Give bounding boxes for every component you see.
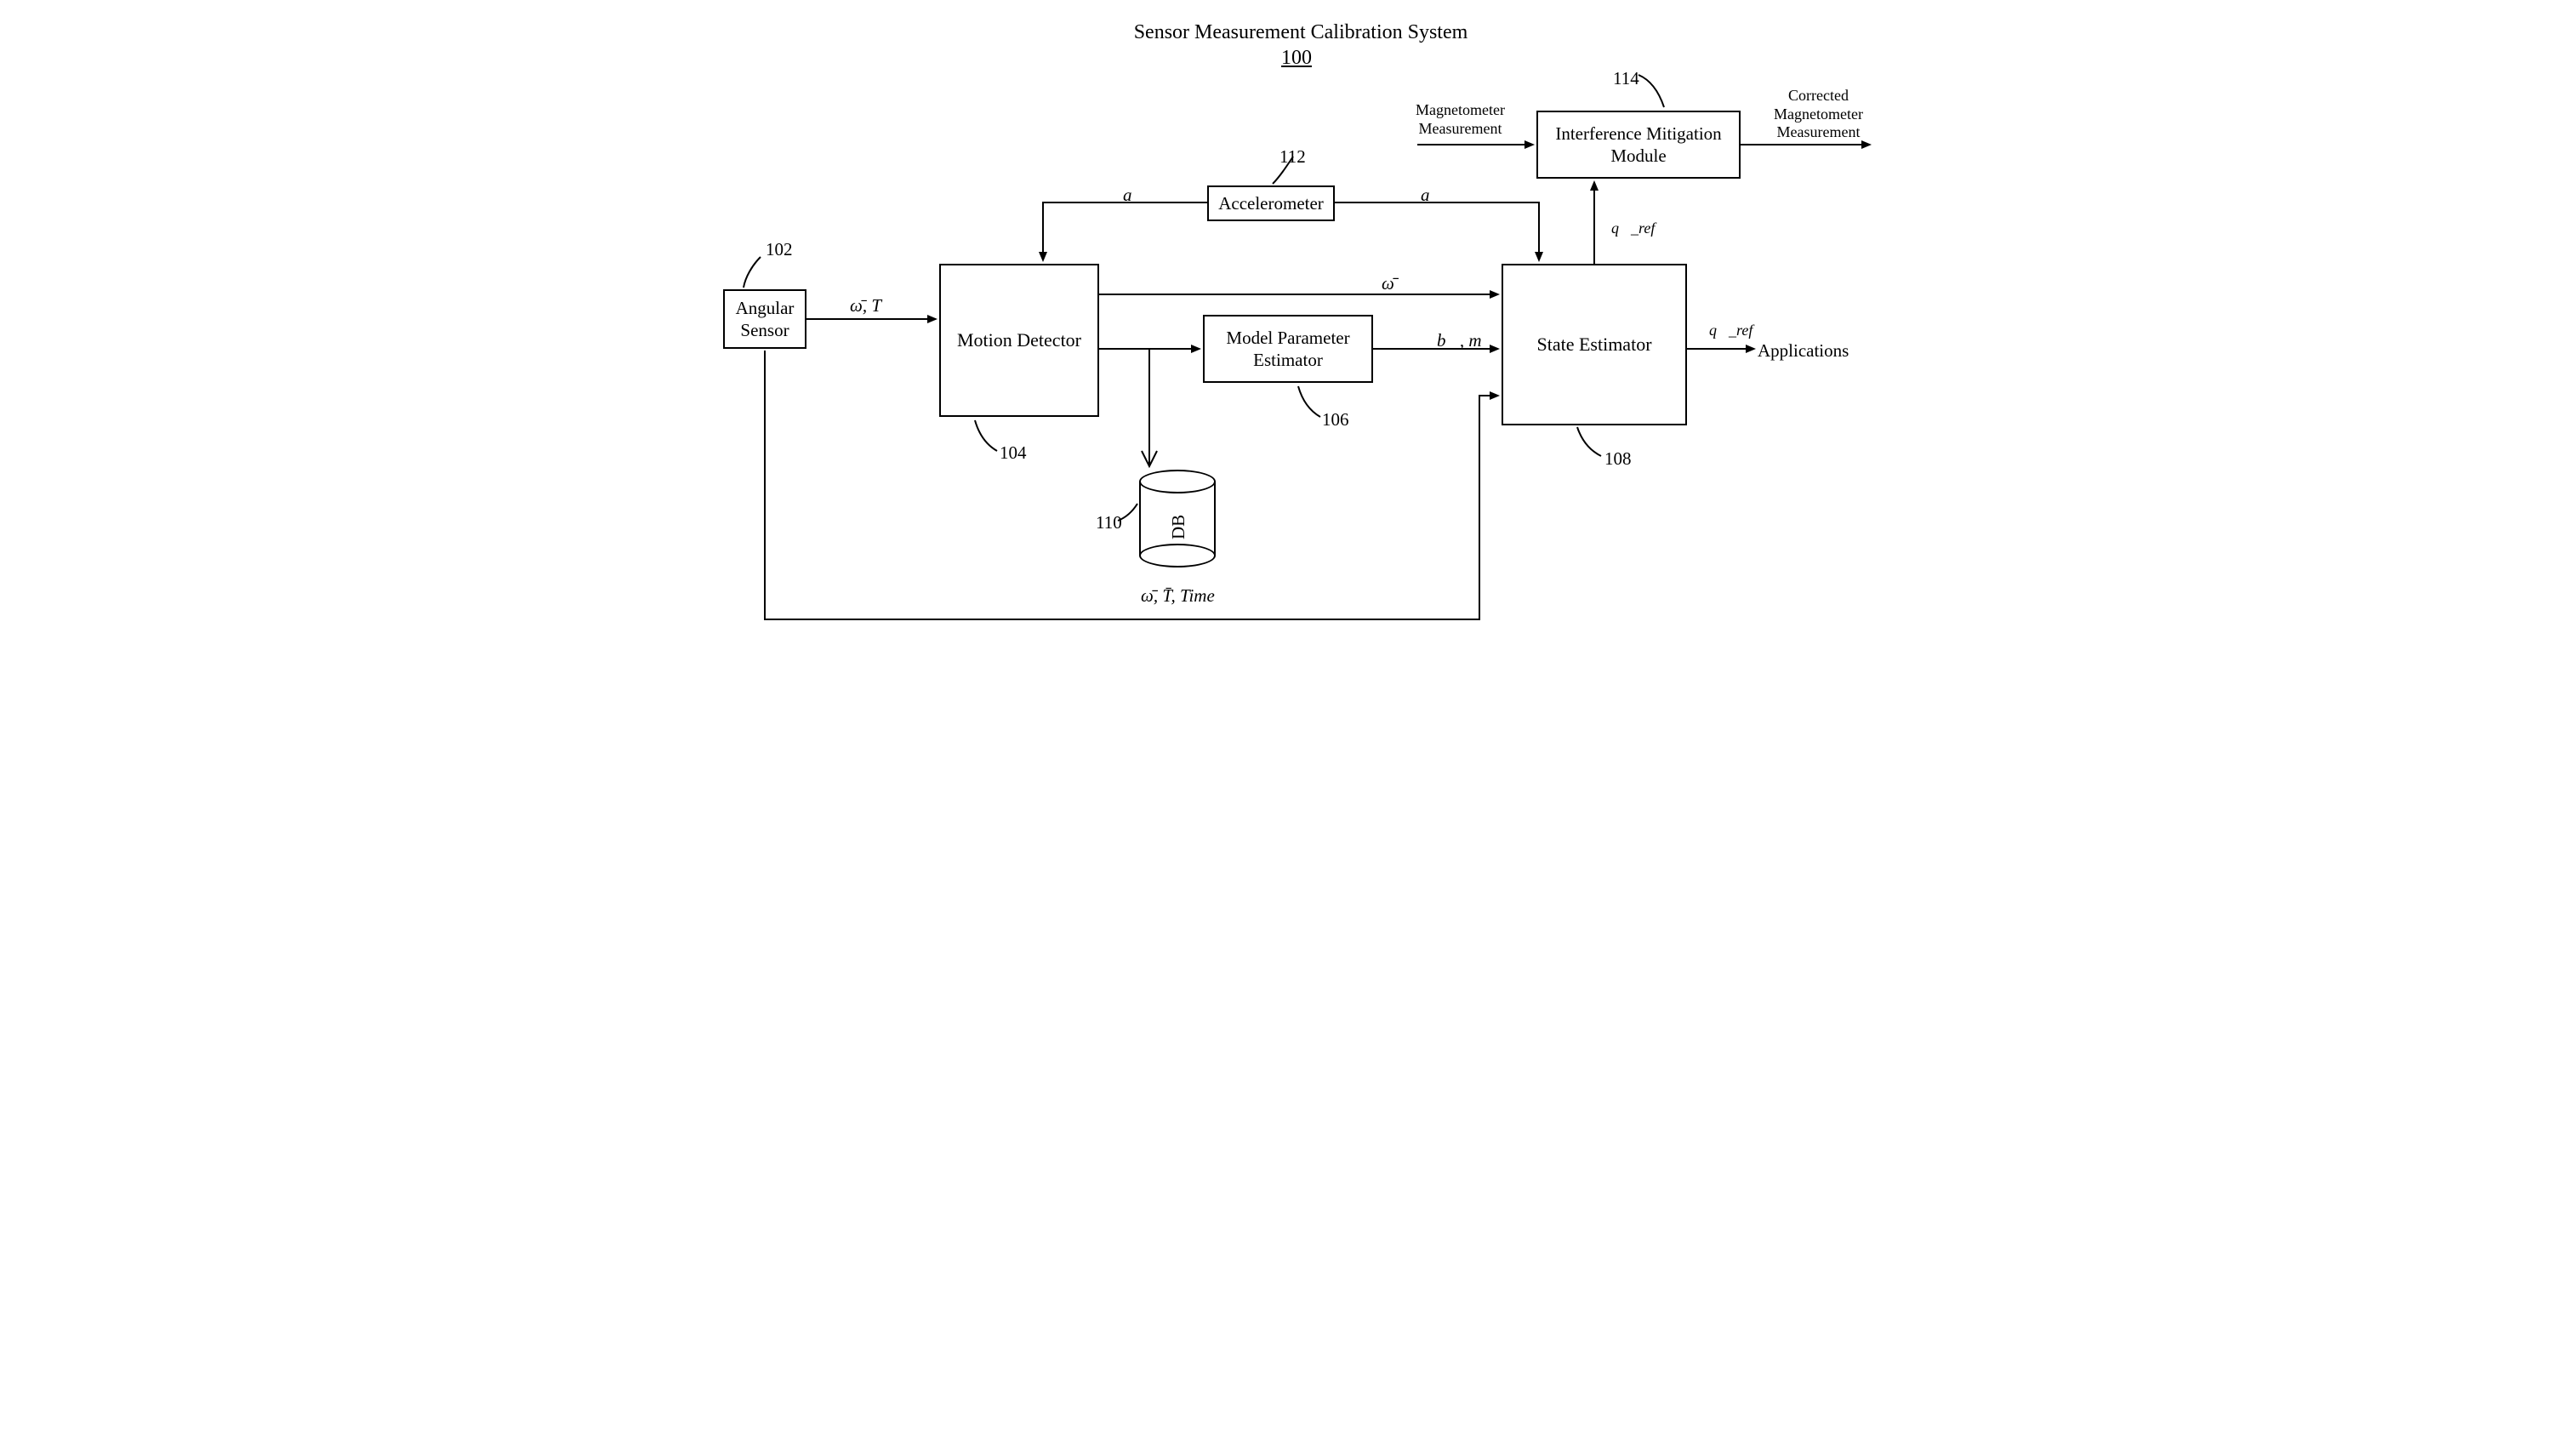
model-parameter-estimator-label: Model Parameter Estimator (1211, 327, 1365, 372)
signal-qref-up: q⃗_ref (1611, 220, 1655, 238)
applications-label: Applications (1758, 340, 1849, 362)
model-parameter-estimator-block: Model Parameter Estimator (1203, 315, 1373, 383)
magnetometer-out-label: Corrected Magnetometer Measurement (1774, 87, 1863, 142)
ref-106: 106 (1322, 409, 1349, 431)
angular-sensor-block: Angular Sensor (723, 289, 806, 349)
state-estimator-block: State Estimator (1502, 264, 1687, 425)
ref-114: 114 (1613, 68, 1639, 89)
state-estimator-label: State Estimator (1536, 333, 1651, 356)
database-label: DB (1168, 515, 1189, 539)
database-cylinder: DB (1139, 470, 1216, 567)
motion-detector-label: Motion Detector (957, 328, 1081, 352)
accelerometer-label: Accelerometer (1218, 192, 1324, 214)
signal-a-left: a⃗ (1123, 185, 1146, 206)
angular-sensor-label: Angular Sensor (732, 297, 798, 342)
signal-omega-T: ω̄, T (850, 295, 881, 316)
interference-mitigation-block: Interference Mitigation Module (1536, 111, 1741, 179)
ref-112: 112 (1279, 146, 1306, 168)
signal-a-right: a⃗ (1421, 185, 1444, 206)
signal-omega-mean: ω̄̄ (1382, 273, 1394, 294)
ref-110: 110 (1096, 512, 1122, 533)
diagram-title: Sensor Measurement Calibration System (1118, 20, 1484, 45)
ref-102: 102 (766, 239, 793, 260)
diagram-stage: Sensor Measurement Calibration System 10… (675, 0, 1901, 683)
magnetometer-in-label: Magnetometer Measurement (1416, 101, 1505, 138)
signal-b-m: b⃗, m⃗ (1437, 330, 1496, 351)
ref-108: 108 (1604, 448, 1632, 470)
interference-mitigation-label: Interference Mitigation Module (1545, 123, 1732, 168)
signal-qref-out: q⃗_ref (1709, 322, 1752, 340)
diagram-title-ref: 100 (1271, 46, 1322, 71)
ref-104: 104 (1000, 442, 1027, 464)
db-caption: ω̄̄, T̄, Time (1141, 585, 1215, 607)
accelerometer-block: Accelerometer (1207, 185, 1335, 221)
motion-detector-block: Motion Detector (939, 264, 1099, 417)
